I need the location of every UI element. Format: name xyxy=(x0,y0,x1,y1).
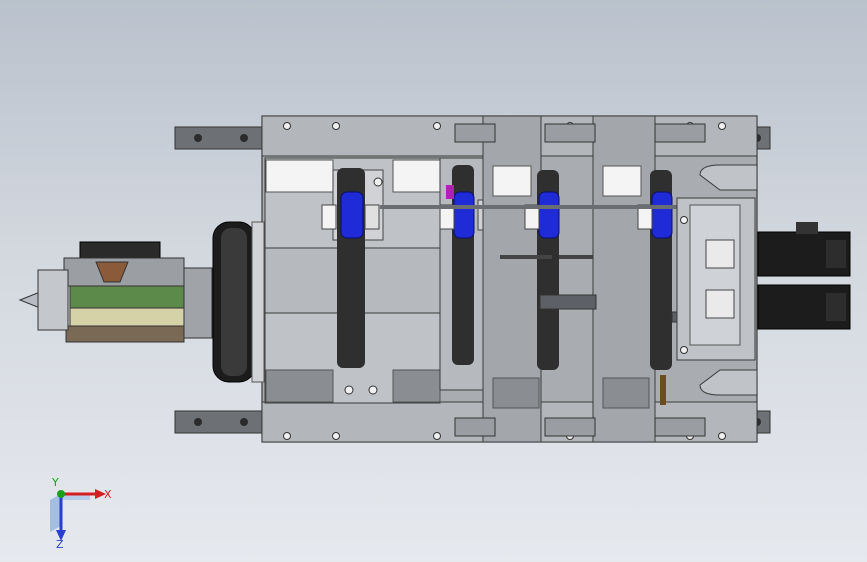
drive-wheel[interactable] xyxy=(212,221,265,383)
coordinate-triad: X Y Z xyxy=(50,478,112,548)
x-axis-label: X xyxy=(104,488,112,501)
cad-viewport[interactable] xyxy=(0,0,867,562)
triad-origin-icon xyxy=(50,494,90,532)
z-axis-label: Z xyxy=(56,538,64,548)
motor-upper[interactable] xyxy=(757,222,851,277)
tool-head[interactable] xyxy=(18,241,213,343)
motor-lower[interactable] xyxy=(757,284,851,330)
y-axis-label: Y xyxy=(51,478,59,489)
right-drive-block[interactable] xyxy=(676,197,756,361)
y-axis-icon xyxy=(57,490,65,498)
